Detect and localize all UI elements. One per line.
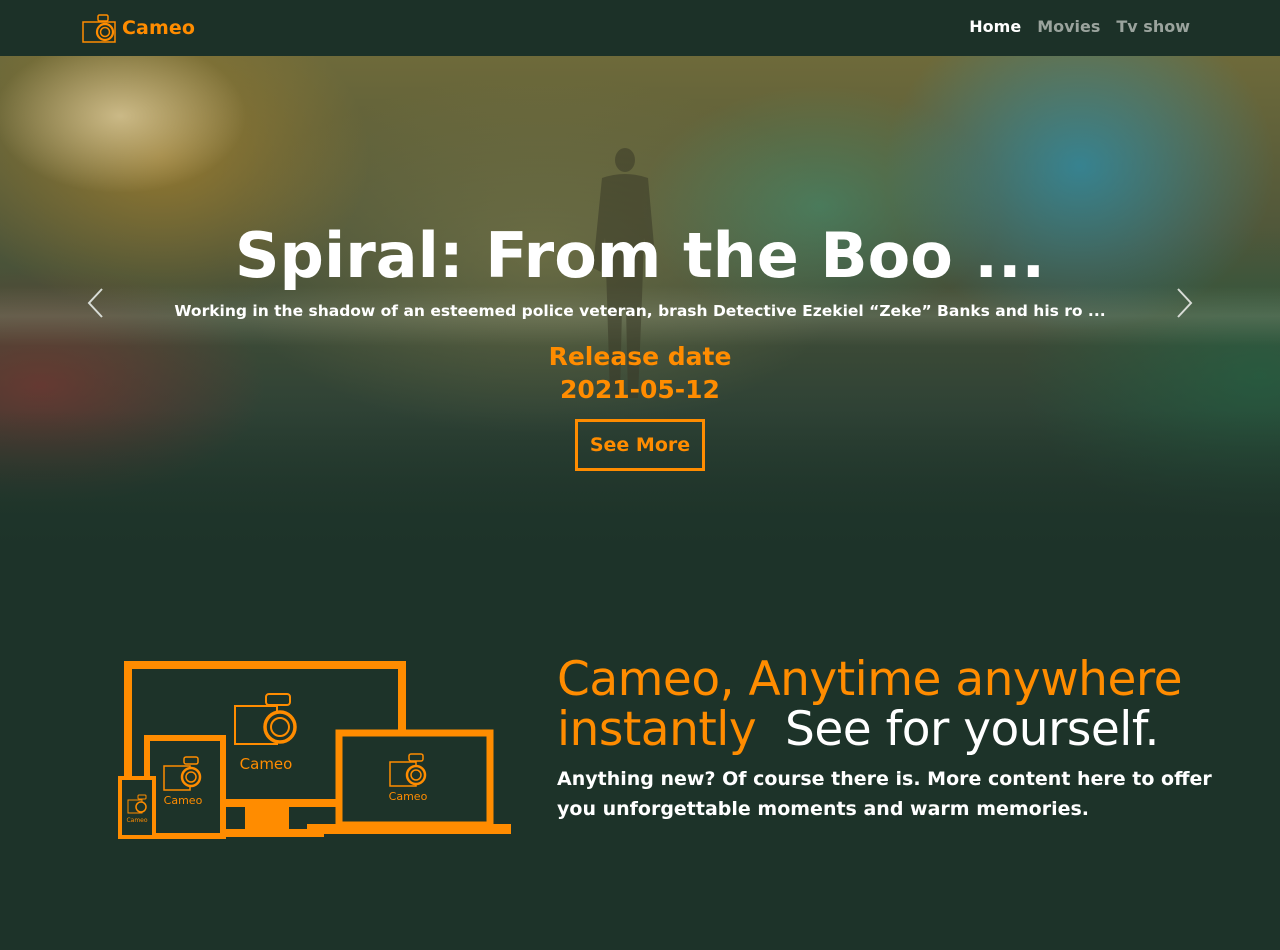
nav-link-tv-show[interactable]: Tv show	[1116, 17, 1190, 36]
navbar: Cameo Home Movies Tv show	[0, 0, 1280, 56]
illustration-label: Cameo	[164, 794, 203, 807]
hero-carousel: Spiral: From the Boo ... Working in the …	[0, 56, 1280, 560]
release-label: Release date	[548, 342, 732, 371]
nav-link-home[interactable]: Home	[969, 17, 1021, 36]
feature-heading-tagline: See for yourself.	[785, 702, 1159, 757]
see-more-button[interactable]: See More	[575, 419, 705, 471]
hero-title: Spiral: From the Boo ...	[234, 219, 1046, 292]
release-info: Release date 2021-05-12	[0, 340, 1280, 406]
hero-description: Working in the shadow of an esteemed pol…	[174, 302, 1106, 320]
camera-logo-icon	[82, 14, 116, 43]
laptop-device: Cameo	[307, 729, 511, 834]
illustration-label: Cameo	[240, 755, 293, 773]
brand-logo[interactable]: Cameo	[82, 12, 195, 44]
tablet-device: Cameo	[144, 735, 226, 839]
feature-description: Anything new? Of course there is. More c…	[557, 768, 1212, 820]
brand-name: Cameo	[122, 17, 196, 39]
feature-heading: Cameo, Anytime anywhere instantly See fo…	[557, 655, 1257, 755]
release-date: 2021-05-12	[560, 375, 720, 404]
nav-links: Home Movies Tv show	[969, 17, 1190, 36]
phone-device: Cameo	[118, 776, 156, 839]
camera-icon	[234, 693, 297, 745]
devices-illustration: Cameo Cameo Cameo Cameo	[118, 661, 511, 839]
nav-link-movies[interactable]: Movies	[1037, 17, 1100, 36]
illustration-label: Cameo	[389, 790, 428, 803]
illustration-label: Cameo	[126, 817, 147, 824]
